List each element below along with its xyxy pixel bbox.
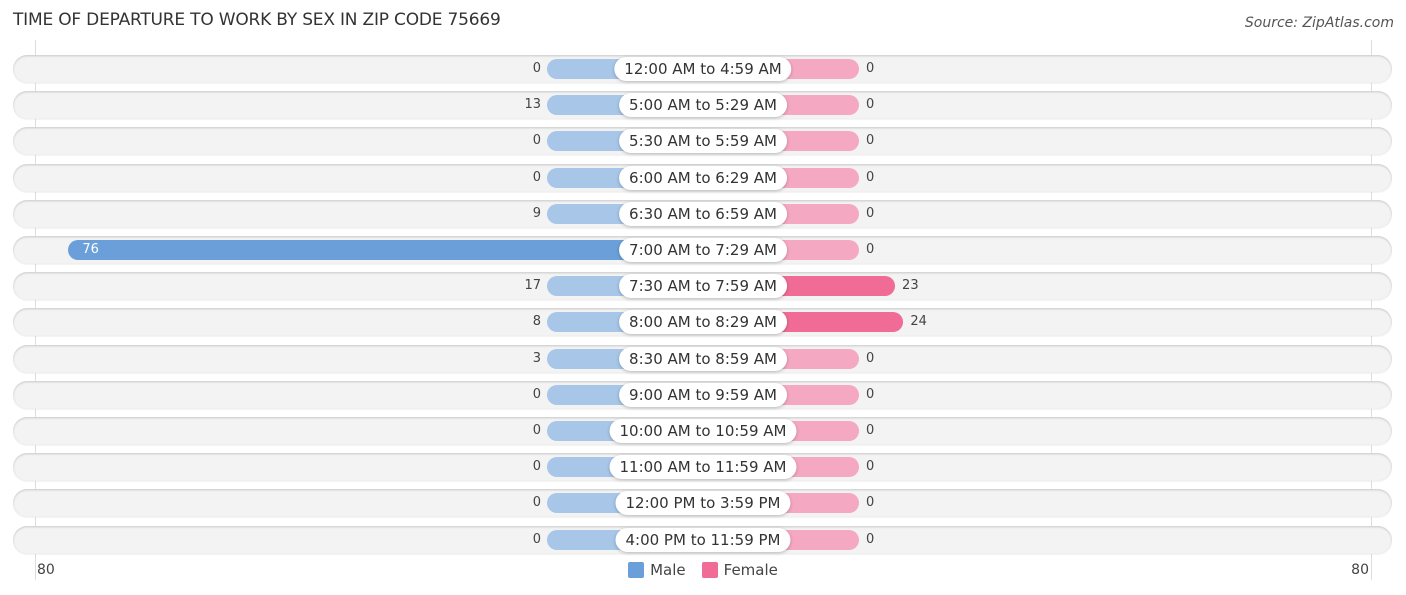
value-label-male: 0 [532,386,541,402]
category-label: 7:00 AM to 7:29 AM [619,238,787,262]
category-label: 8:30 AM to 8:59 AM [619,346,787,371]
legend-label-male: Male [650,561,686,579]
category-label: 6:30 AM to 6:59 AM [619,201,787,226]
value-label-male: 3 [532,350,541,366]
value-label-male: 0 [532,61,541,76]
value-label-female: 24 [910,314,927,330]
category-label: 5:30 AM to 5:59 AM [619,129,787,154]
value-label-female: 0 [866,169,875,185]
category-label: 9:00 AM to 9:59 AM [619,382,787,407]
category-label: 7:30 AM to 7:59 AM [619,274,787,299]
value-label-male: 0 [532,423,541,438]
value-label-female: 0 [866,386,875,402]
value-label-male: 0 [532,531,541,547]
legend: Male Female [0,561,1406,579]
category-label: 10:00 AM to 10:59 AM [609,419,797,443]
value-label-female: 0 [866,531,875,547]
value-label-female: 0 [866,97,875,113]
value-label-male: 76 [82,242,99,257]
category-label: 12:00 AM to 4:59 AM [614,57,792,81]
value-label-male: 9 [532,205,541,221]
value-label-male: 17 [524,278,541,294]
value-label-male: 0 [532,133,541,149]
value-label-male: 13 [524,97,541,113]
value-label-female: 0 [866,242,875,257]
category-label: 4:00 PM to 11:59 PM [615,527,791,552]
category-label: 11:00 AM to 11:59 AM [609,455,797,480]
value-label-female: 0 [866,205,875,221]
value-label-female: 0 [866,61,875,76]
value-label-female: 0 [866,133,875,149]
value-label-female: 0 [866,350,875,366]
value-label-male: 8 [532,314,541,330]
legend-item-female[interactable]: Female [701,561,778,579]
category-label: 6:00 AM to 6:29 AM [619,165,787,190]
category-label: 8:00 AM to 8:29 AM [619,310,787,335]
value-label-female: 0 [866,459,875,475]
bar-male[interactable] [68,240,703,260]
value-label-female: 23 [902,278,919,294]
category-label: 12:00 PM to 3:59 PM [615,491,791,516]
value-label-female: 0 [866,423,875,438]
value-label-female: 0 [866,495,875,511]
value-label-male: 0 [532,169,541,185]
value-label-male: 0 [532,459,541,475]
legend-item-male[interactable]: Male [628,561,686,579]
legend-swatch-female [701,562,718,578]
value-label-male: 0 [532,495,541,511]
legend-swatch-male [628,562,645,578]
category-label: 5:00 AM to 5:29 AM [619,93,787,118]
legend-label-female: Female [723,561,778,579]
chart-area: 0 0 12:00 AM to 4:59 AM 13 0 5:00 AM to 5:29 … [0,0,1406,595]
